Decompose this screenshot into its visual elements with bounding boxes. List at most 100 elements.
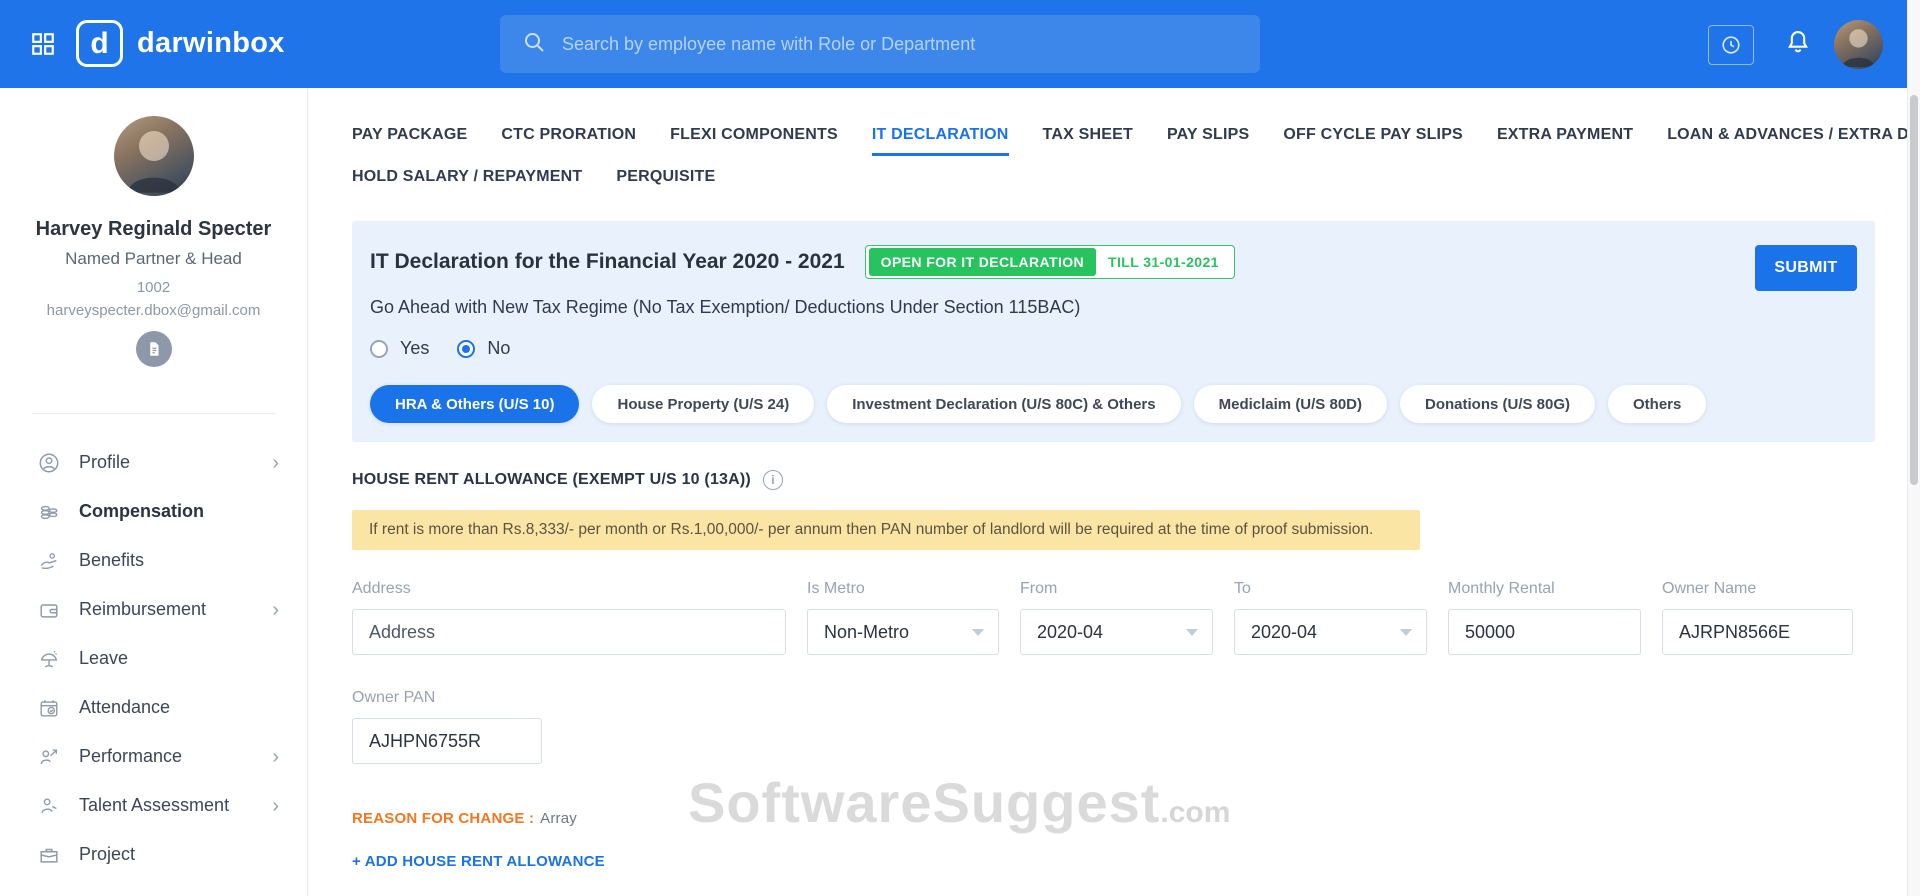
from-select[interactable]: 2020-04 — [1020, 609, 1213, 655]
sidebar-item-project[interactable]: Project — [0, 830, 307, 879]
radio-no[interactable] — [457, 339, 476, 358]
pill-donations[interactable]: Donations (U/S 80G) — [1400, 385, 1596, 423]
performance-growth-icon — [38, 746, 60, 768]
monthly-rental-label: Monthly Rental — [1448, 580, 1555, 597]
tab-pay-slips[interactable]: PAY SLIPS — [1167, 126, 1249, 156]
sidebar-divider — [32, 413, 275, 414]
owner-name-label: Owner Name — [1662, 580, 1757, 597]
app-grid-icon[interactable] — [30, 31, 56, 62]
chevron-right-icon: › — [272, 794, 279, 817]
search-icon — [522, 30, 546, 59]
field-owner-name: Owner Name — [1662, 580, 1853, 655]
payroll-tabs-row2: HOLD SALARY / REPAYMENT PERQUISITE — [352, 168, 1920, 195]
pill-others[interactable]: Others — [1608, 385, 1707, 423]
calendar-check-icon — [38, 697, 60, 719]
sidebar-item-profile[interactable]: Profile › — [0, 438, 307, 487]
sidebar-item-label: Talent Assessment — [79, 795, 230, 815]
pill-investment-declaration[interactable]: Investment Declaration (U/S 80C) & Other… — [827, 385, 1181, 423]
chevron-right-icon: › — [272, 598, 279, 621]
notifications-bell-icon[interactable] — [1784, 27, 1812, 62]
tab-extra-payment[interactable]: EXTRA PAYMENT — [1497, 126, 1633, 156]
to-value: 2020-04 — [1251, 621, 1318, 642]
tab-off-cycle-pay-slips[interactable]: OFF CYCLE PAY SLIPS — [1283, 126, 1463, 156]
sidebar-item-label: Performance — [79, 746, 183, 766]
add-house-rent-allowance-link[interactable]: + ADD HOUSE RENT ALLOWANCE — [352, 853, 1920, 870]
field-from: From 2020-04 — [1020, 580, 1213, 655]
hra-section-header: HOUSE RENT ALLOWANCE (EXEMPT U/S 10 (13A… — [352, 470, 1920, 490]
sidebar-item-label: Compensation — [79, 501, 205, 521]
sidebar: Harvey Reginald Specter Named Partner & … — [0, 88, 308, 896]
sidebar-item-clipped[interactable] — [0, 879, 307, 896]
profile-icon — [38, 452, 60, 474]
top-header: d darwinbox — [0, 0, 1920, 88]
time-clock-button[interactable] — [1708, 25, 1754, 65]
sidebar-item-label: Leave — [79, 648, 129, 668]
page-scrollbar[interactable] — [1907, 0, 1920, 896]
field-monthly-rental: Monthly Rental — [1448, 580, 1641, 655]
is-metro-select[interactable]: Non-Metro — [807, 609, 999, 655]
documents-icon[interactable] — [135, 331, 172, 367]
sidebar-item-performance[interactable]: Performance › — [0, 732, 307, 781]
category-pills: HRA & Others (U/S 10) House Property (U/… — [370, 385, 1875, 423]
tab-it-declaration[interactable]: IT DECLARATION — [871, 126, 1009, 156]
brand-logo-icon: d — [76, 20, 123, 67]
sidebar-item-label: Attendance — [79, 697, 171, 717]
scrollbar-thumb[interactable] — [1910, 95, 1918, 485]
regime-question: Go Ahead with New Tax Regime (No Tax Exe… — [370, 297, 1081, 317]
is-metro-value: Non-Metro — [824, 621, 910, 642]
brand-logo[interactable]: d darwinbox — [76, 20, 285, 67]
page: d darwinbox Search by employee name with… — [0, 0, 1920, 896]
radio-yes[interactable] — [370, 339, 388, 358]
address-input[interactable] — [352, 609, 786, 655]
main-content: PAY PACKAGE CTC PRORATION FLEXI COMPONEN… — [308, 88, 1920, 896]
sidebar-item-reimbursement[interactable]: Reimbursement › — [0, 585, 307, 634]
radio-no-label[interactable]: No — [487, 338, 510, 359]
field-owner-pan: Owner PAN — [352, 689, 542, 764]
global-search[interactable] — [500, 15, 1260, 73]
hra-form-row-2: Owner PAN — [352, 689, 1920, 764]
profile-email: harveyspecter.dbox@gmail.com — [46, 302, 261, 319]
submit-button[interactable]: SUBMIT — [1755, 245, 1857, 291]
to-select[interactable]: 2020-04 — [1234, 609, 1427, 655]
profile-photo[interactable] — [113, 116, 194, 196]
search-input[interactable] — [562, 33, 1182, 55]
address-label: Address — [352, 580, 411, 597]
tab-pay-package[interactable]: PAY PACKAGE — [352, 126, 467, 156]
is-metro-label: Is Metro — [807, 580, 865, 597]
pill-mediclaim[interactable]: Mediclaim (U/S 80D) — [1193, 385, 1387, 423]
sidebar-item-benefits[interactable]: Benefits — [0, 536, 307, 585]
pill-hra-others[interactable]: HRA & Others (U/S 10) — [370, 385, 580, 423]
tab-tax-sheet[interactable]: TAX SHEET — [1043, 126, 1133, 156]
tab-flexi-components[interactable]: FLEXI COMPONENTS — [670, 126, 838, 156]
monthly-rental-input[interactable] — [1448, 609, 1641, 655]
info-icon[interactable]: i — [762, 470, 783, 490]
project-folder-icon — [38, 844, 60, 866]
owner-pan-input[interactable] — [352, 718, 542, 764]
sidebar-item-talent-assessment[interactable]: Talent Assessment › — [0, 781, 307, 830]
tab-hold-salary[interactable]: HOLD SALARY / REPAYMENT — [352, 168, 582, 195]
reason-value: Array — [540, 810, 577, 827]
sidebar-item-compensation[interactable]: Compensation — [0, 487, 307, 536]
talent-person-icon — [38, 795, 60, 817]
from-value: 2020-04 — [1037, 621, 1104, 642]
sidebar-menu: Profile › Compensation Benefits Reimburs… — [0, 438, 307, 896]
owner-name-input[interactable] — [1662, 609, 1853, 655]
radio-yes-label[interactable]: Yes — [400, 338, 429, 359]
reason-for-change: REASON FOR CHANGE : Array — [352, 810, 1920, 827]
user-avatar[interactable] — [1834, 20, 1883, 69]
tab-loan-advances[interactable]: LOAN & ADVANCES / EXTRA DEDUCTIONS — [1667, 126, 1920, 156]
hra-form-row-1: Address Is Metro Non-Metro From 2020-04 … — [352, 580, 1920, 655]
dropdown-caret-icon — [1400, 628, 1412, 636]
dropdown-caret-icon — [972, 628, 984, 636]
owner-pan-label: Owner PAN — [352, 689, 436, 706]
sidebar-item-attendance[interactable]: Attendance — [0, 683, 307, 732]
chevron-right-icon: › — [272, 745, 279, 768]
pill-house-property[interactable]: House Property (U/S 24) — [592, 385, 815, 423]
tab-ctc-proration[interactable]: CTC PRORATION — [501, 126, 636, 156]
it-declaration-panel: IT Declaration for the Financial Year 20… — [352, 221, 1875, 442]
dropdown-caret-icon — [1186, 628, 1198, 636]
profile-name: Harvey Reginald Specter — [35, 218, 272, 240]
sidebar-item-leave[interactable]: Leave — [0, 634, 307, 683]
tab-perquisite[interactable]: PERQUISITE — [616, 168, 715, 195]
field-to: To 2020-04 — [1234, 580, 1427, 655]
